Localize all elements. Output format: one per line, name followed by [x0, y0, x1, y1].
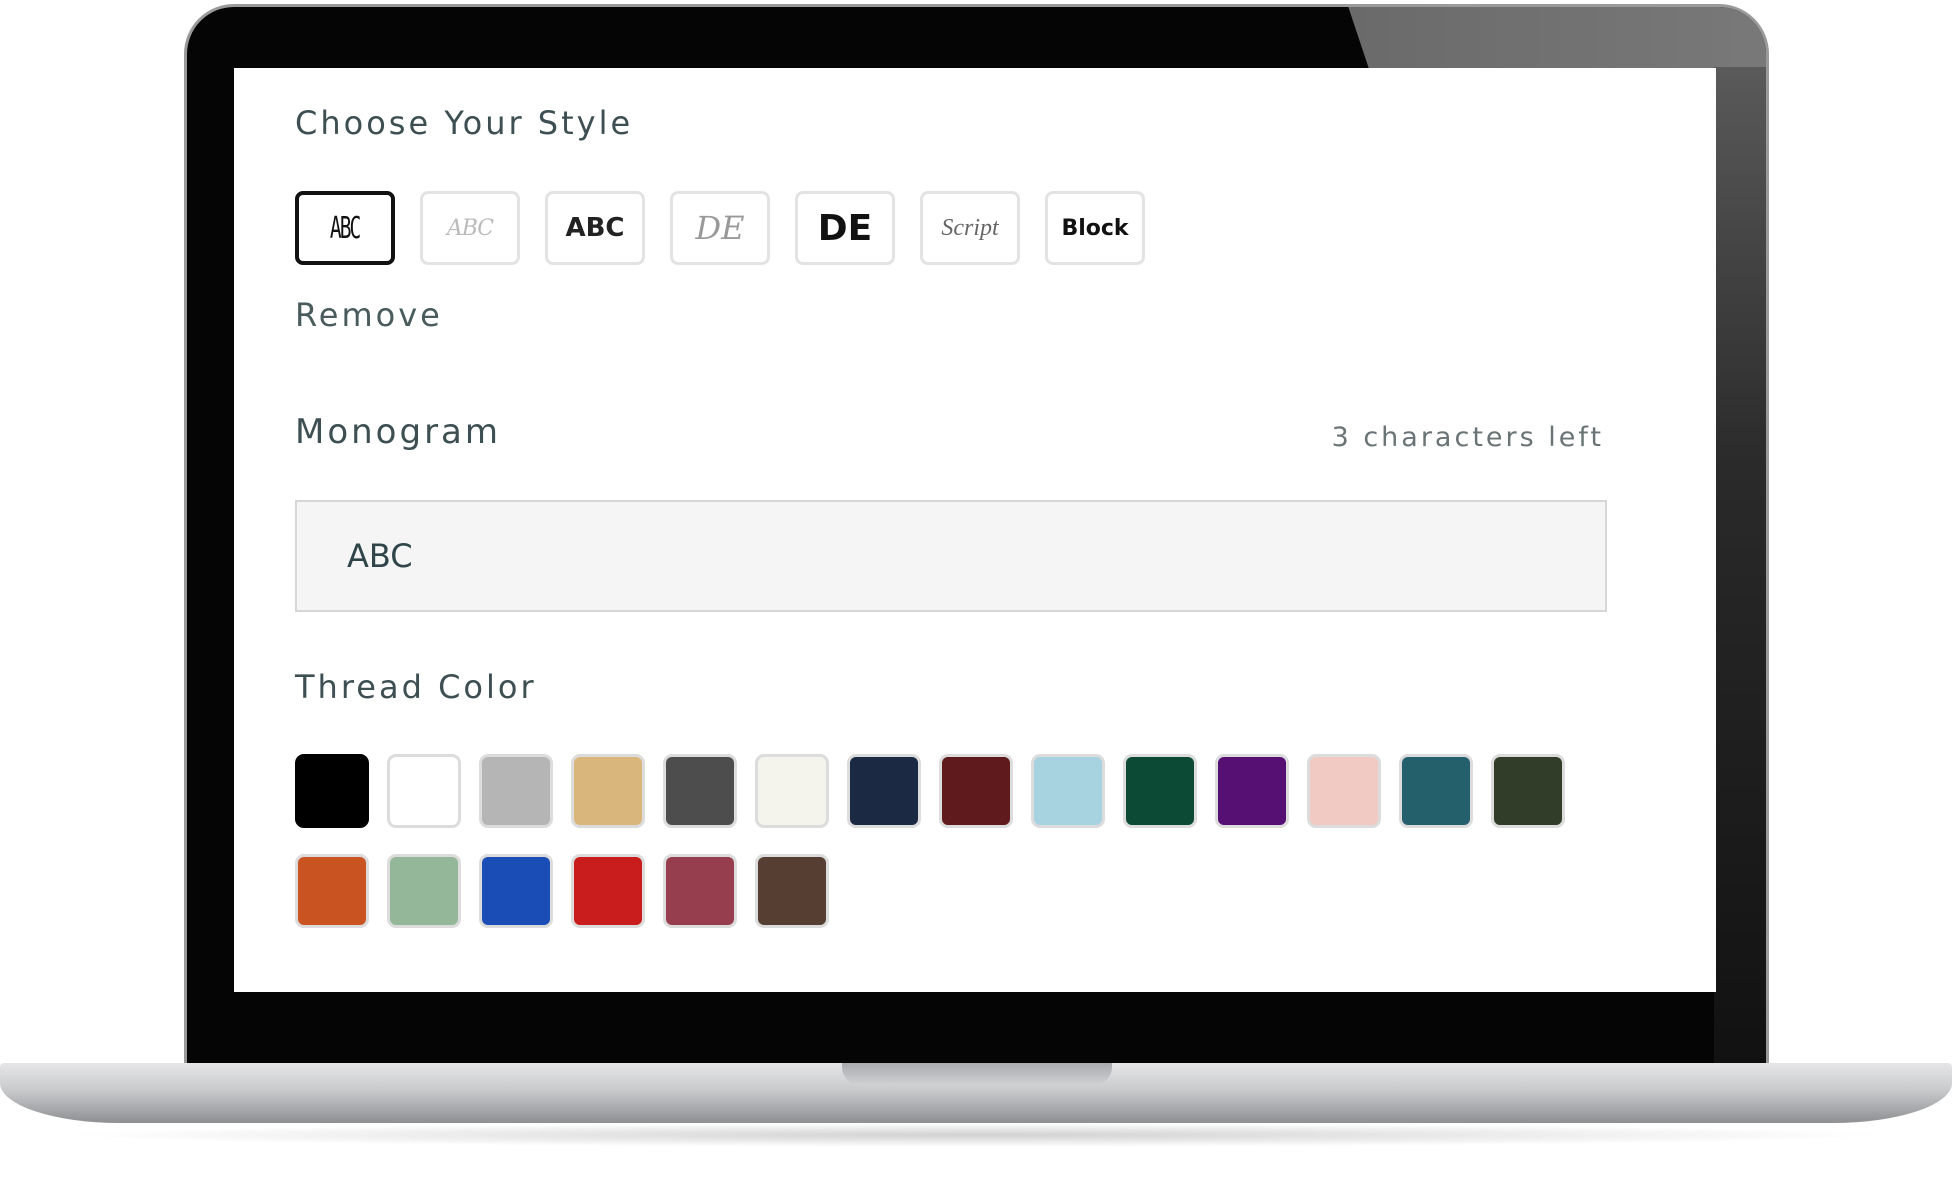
style-option-bold[interactable]: DE [795, 191, 895, 265]
monogram-title: Monogram [295, 412, 502, 452]
style-option-fancy[interactable]: DE [670, 191, 770, 265]
style-option-circle[interactable]: ABC [295, 191, 395, 265]
laptop-shadow [60, 1123, 1892, 1147]
thread-color-swatch[interactable] [1399, 754, 1473, 828]
style-option-script[interactable]: ABC [420, 191, 520, 265]
thread-color-swatch[interactable] [387, 854, 461, 928]
remove-style-link[interactable]: Remove [295, 296, 443, 334]
thread-color-swatch[interactable] [663, 754, 737, 828]
thread-color-swatch[interactable] [1215, 754, 1289, 828]
style-option-label: ABC [446, 215, 494, 241]
thread-color-swatch[interactable] [755, 854, 829, 928]
style-option-label: DE [695, 209, 745, 247]
thread-color-swatch[interactable] [663, 854, 737, 928]
characters-left-counter: 3 characters left [1331, 422, 1604, 453]
thread-color-swatch[interactable] [1491, 754, 1565, 828]
style-option-label: ABC [330, 210, 361, 246]
style-options: ABC ABC ABC DE DE Script Block [295, 191, 1145, 265]
style-option-sans-serif[interactable]: ABC [545, 191, 645, 265]
thread-color-swatch[interactable] [939, 754, 1013, 828]
thread-color-swatch[interactable] [1031, 754, 1105, 828]
style-option-label: Script [941, 214, 999, 241]
thread-color-swatch[interactable] [479, 754, 553, 828]
lid-side-glare [1714, 67, 1766, 1063]
style-option-label: ABC [565, 213, 625, 243]
thread-color-swatch[interactable] [295, 854, 369, 928]
thread-color-swatch[interactable] [571, 854, 645, 928]
thread-color-title: Thread Color [295, 668, 537, 706]
thread-color-swatch[interactable] [847, 754, 921, 828]
monogram-input[interactable] [295, 500, 1607, 612]
laptop-screen: Choose Your Style ABC ABC ABC DE DE Scri… [234, 68, 1716, 992]
style-option-block[interactable]: Block [1045, 191, 1145, 265]
thread-color-swatch[interactable] [755, 754, 829, 828]
thread-color-swatch[interactable] [479, 854, 553, 928]
style-option-label: Block [1061, 215, 1129, 241]
thread-color-swatch[interactable] [387, 754, 461, 828]
thread-color-swatch[interactable] [571, 754, 645, 828]
lid-glare [1347, 7, 1766, 78]
style-option-script-word[interactable]: Script [920, 191, 1020, 265]
thread-color-swatch[interactable] [295, 754, 369, 828]
thread-color-swatch[interactable] [1307, 754, 1381, 828]
laptop-notch [842, 1063, 1112, 1085]
style-section-title: Choose Your Style [295, 104, 634, 142]
thread-color-swatches [295, 754, 1595, 928]
thread-color-swatch[interactable] [1123, 754, 1197, 828]
style-option-label: DE [817, 207, 873, 249]
